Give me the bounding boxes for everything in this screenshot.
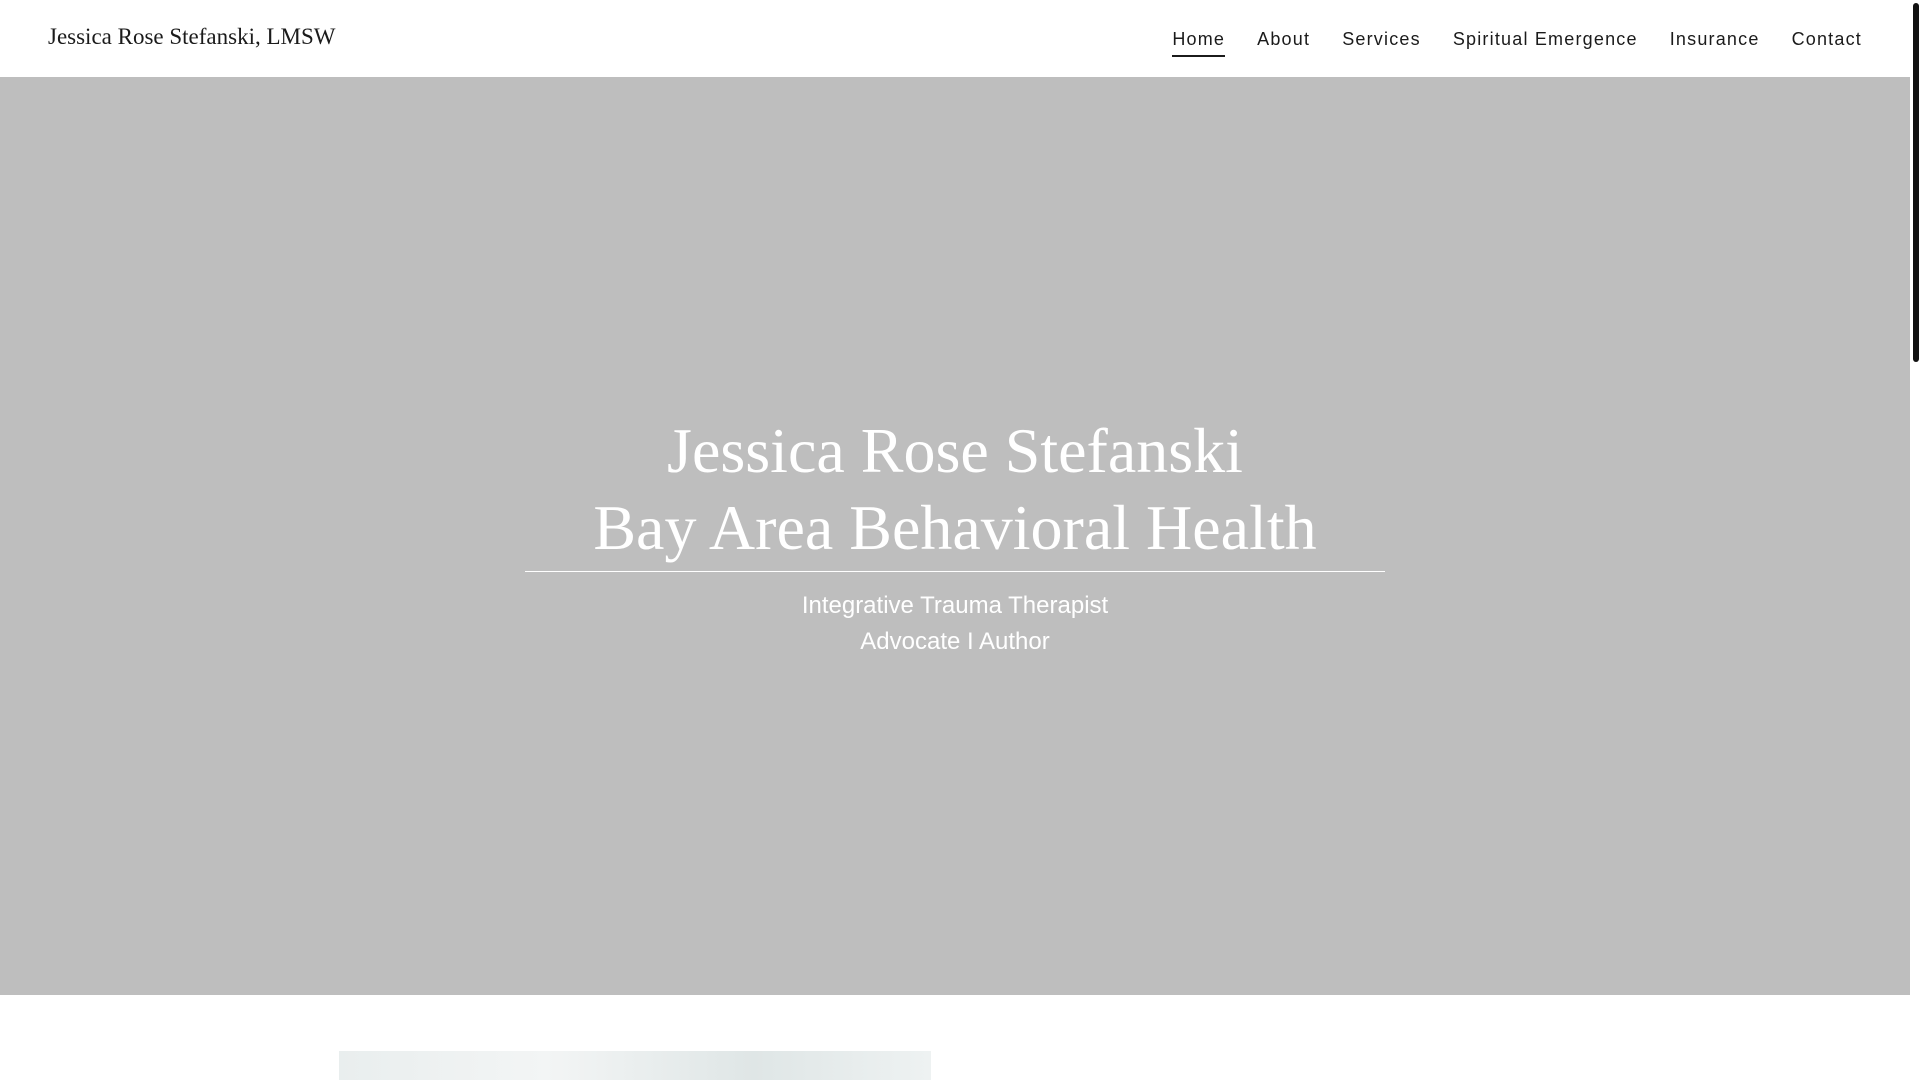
hero-subtitle-tagline: Advocate I Author — [860, 628, 1050, 655]
site-header: Jessica Rose Stefanski, LMSW Home About … — [0, 0, 1910, 77]
hero-title-name: Jessica Rose Stefanski — [667, 415, 1243, 486]
site-brand-link[interactable]: Jessica Rose Stefanski, LMSW — [48, 24, 335, 50]
scrollbar-thumb[interactable] — [1913, 3, 1919, 362]
nav-item-insurance[interactable]: Insurance — [1670, 29, 1760, 57]
nav-item-services[interactable]: Services — [1342, 29, 1421, 57]
hero-title-practice: Bay Area Behavioral Health — [593, 492, 1317, 563]
hero-divider — [525, 571, 1385, 572]
nav-item-home[interactable]: Home — [1172, 29, 1226, 57]
hero-subtitle-role: Integrative Trauma Therapist — [801, 592, 1109, 619]
content-photo — [339, 1051, 931, 1080]
nav-item-spiritual-emergence[interactable]: Spiritual Emergence — [1453, 29, 1638, 57]
hero-title: Jessica Rose Stefanski Bay Area Behavior… — [0, 412, 1910, 566]
hero-subtitle: Integrative Trauma Therapist Advocate I … — [0, 588, 1910, 660]
hero-section: Jessica Rose Stefanski Bay Area Behavior… — [0, 77, 1910, 995]
nav-item-about[interactable]: About — [1257, 29, 1310, 57]
page: Jessica Rose Stefanski, LMSW Home About … — [0, 0, 1920, 1080]
page-scrollbar[interactable] — [1910, 0, 1920, 1080]
main-nav: Home About Services Spiritual Emergence … — [1172, 29, 1862, 57]
nav-item-contact[interactable]: Contact — [1792, 29, 1862, 57]
